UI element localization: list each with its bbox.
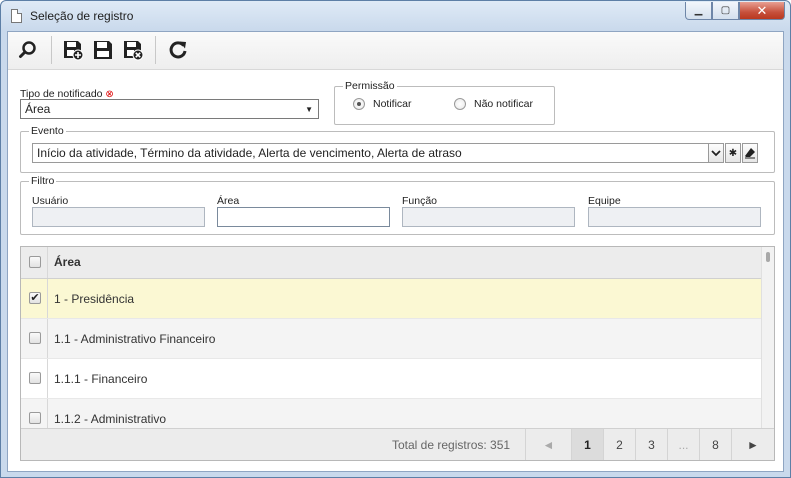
column-header-area[interactable]: Área xyxy=(54,255,81,269)
page-button-8[interactable]: 8 xyxy=(699,429,731,460)
pagination-bar: Total de registros: 351 ◄ 1 2 3 ... 8 ► xyxy=(21,428,774,460)
save-new-button[interactable] xyxy=(61,38,85,62)
tipo-notificado-select[interactable]: Área ▼ xyxy=(20,99,319,119)
radio-notificar-label: Notificar xyxy=(373,98,412,110)
usuario-label: Usuário xyxy=(32,195,69,207)
records-grid: Área ✔ 1 - Presidência 1.1 - Administrat… xyxy=(20,246,775,461)
prev-page-icon: ◄ xyxy=(542,437,555,452)
permissao-legend: Permissão xyxy=(345,80,395,92)
asterisk-icon: ✱ xyxy=(728,147,738,159)
table-row[interactable]: 1.1 - Administrativo Financeiro xyxy=(21,319,762,359)
next-page-button[interactable]: ► xyxy=(731,429,774,460)
table-row[interactable]: ✔ 1 - Presidência xyxy=(21,279,762,319)
radio-button-selected[interactable] xyxy=(353,98,365,110)
save-close-button[interactable] xyxy=(121,38,145,62)
evento-select-all-button[interactable]: ✱ xyxy=(725,143,741,163)
window-title: Seleção de registro xyxy=(30,9,134,23)
title-bar[interactable]: Seleção de registro ▁ ▢ ✕ xyxy=(1,1,790,31)
minimize-button[interactable]: ▁ xyxy=(685,2,712,20)
row-checkbox[interactable] xyxy=(29,332,41,344)
page-ellipsis: ... xyxy=(667,429,699,460)
prev-page-button[interactable]: ◄ xyxy=(525,429,571,460)
tipo-notificado-value: Área xyxy=(25,102,51,116)
eraser-icon xyxy=(745,148,755,159)
search-icon xyxy=(19,41,36,58)
total-records: Total de registros: 351 xyxy=(392,438,511,452)
row-label: 1 - Presidência xyxy=(54,292,135,306)
area-field[interactable] xyxy=(217,207,390,227)
dropdown-arrow-icon: ▼ xyxy=(305,105,313,114)
save-new-icon xyxy=(64,41,84,61)
column-divider xyxy=(47,359,48,398)
maximize-icon: ▢ xyxy=(720,5,731,16)
row-checkbox[interactable] xyxy=(29,412,41,424)
radio-notificar[interactable]: Notificar xyxy=(353,98,412,110)
radio-nao-notificar[interactable]: Não notificar xyxy=(454,98,533,110)
filtro-legend: Filtro xyxy=(31,175,55,187)
next-page-icon: ► xyxy=(747,437,759,452)
close-icon: ✕ xyxy=(756,2,768,18)
window-controls: ▁ ▢ ✕ xyxy=(685,2,785,20)
row-label: 1.1.1 - Financeiro xyxy=(54,372,148,386)
page-button-3[interactable]: 3 xyxy=(635,429,667,460)
page-button-1[interactable]: 1 xyxy=(571,429,603,460)
dialog-window: Seleção de registro ▁ ▢ ✕ Tipo de notifi… xyxy=(0,0,791,478)
evento-field[interactable]: Início da atividade, Término da atividad… xyxy=(32,143,724,163)
evento-clear-button[interactable] xyxy=(742,143,758,163)
refresh-button[interactable] xyxy=(166,38,190,62)
dialog-content: Tipo de notificado ⊗ Área ▼ Permissão No… xyxy=(7,31,784,472)
maximize-button[interactable]: ▢ xyxy=(712,2,739,20)
column-divider xyxy=(47,279,48,318)
funcao-label: Função xyxy=(402,195,438,207)
toolbar-separator xyxy=(51,36,52,64)
select-all-checkbox[interactable] xyxy=(29,256,41,268)
page-button-2[interactable]: 2 xyxy=(603,429,635,460)
equipe-field[interactable] xyxy=(588,207,761,227)
row-checkbox[interactable] xyxy=(29,372,41,384)
save-close-icon xyxy=(124,41,144,61)
minimize-icon: ▁ xyxy=(694,5,703,16)
radio-button[interactable] xyxy=(454,98,466,110)
save-icon xyxy=(94,41,112,59)
row-label: 1.1 - Administrativo Financeiro xyxy=(54,332,216,346)
usuario-field[interactable] xyxy=(32,207,205,227)
toolbar-separator xyxy=(155,36,156,64)
save-button[interactable] xyxy=(91,38,115,62)
evento-legend: Evento xyxy=(31,125,64,137)
close-button[interactable]: ✕ xyxy=(739,2,785,20)
scrollbar-thumb[interactable] xyxy=(766,252,770,262)
row-checkbox[interactable]: ✔ xyxy=(29,292,41,304)
toolbar xyxy=(8,32,783,70)
column-divider xyxy=(47,319,48,358)
grid-header: Área xyxy=(21,247,762,279)
funcao-field[interactable] xyxy=(402,207,575,227)
refresh-icon xyxy=(169,41,187,59)
row-label: 1.1.2 - Administrativo xyxy=(54,412,167,426)
chevron-down-icon xyxy=(711,150,721,157)
equipe-label: Equipe xyxy=(588,195,621,207)
evento-dropdown-button[interactable] xyxy=(708,143,724,163)
search-button[interactable] xyxy=(16,38,40,62)
radio-nao-notificar-label: Não notificar xyxy=(474,98,533,110)
table-row[interactable]: 1.1.1 - Financeiro xyxy=(21,359,762,399)
area-label: Área xyxy=(217,195,240,207)
column-divider xyxy=(47,247,48,278)
document-icon xyxy=(11,9,22,23)
vertical-scrollbar[interactable] xyxy=(761,247,774,428)
